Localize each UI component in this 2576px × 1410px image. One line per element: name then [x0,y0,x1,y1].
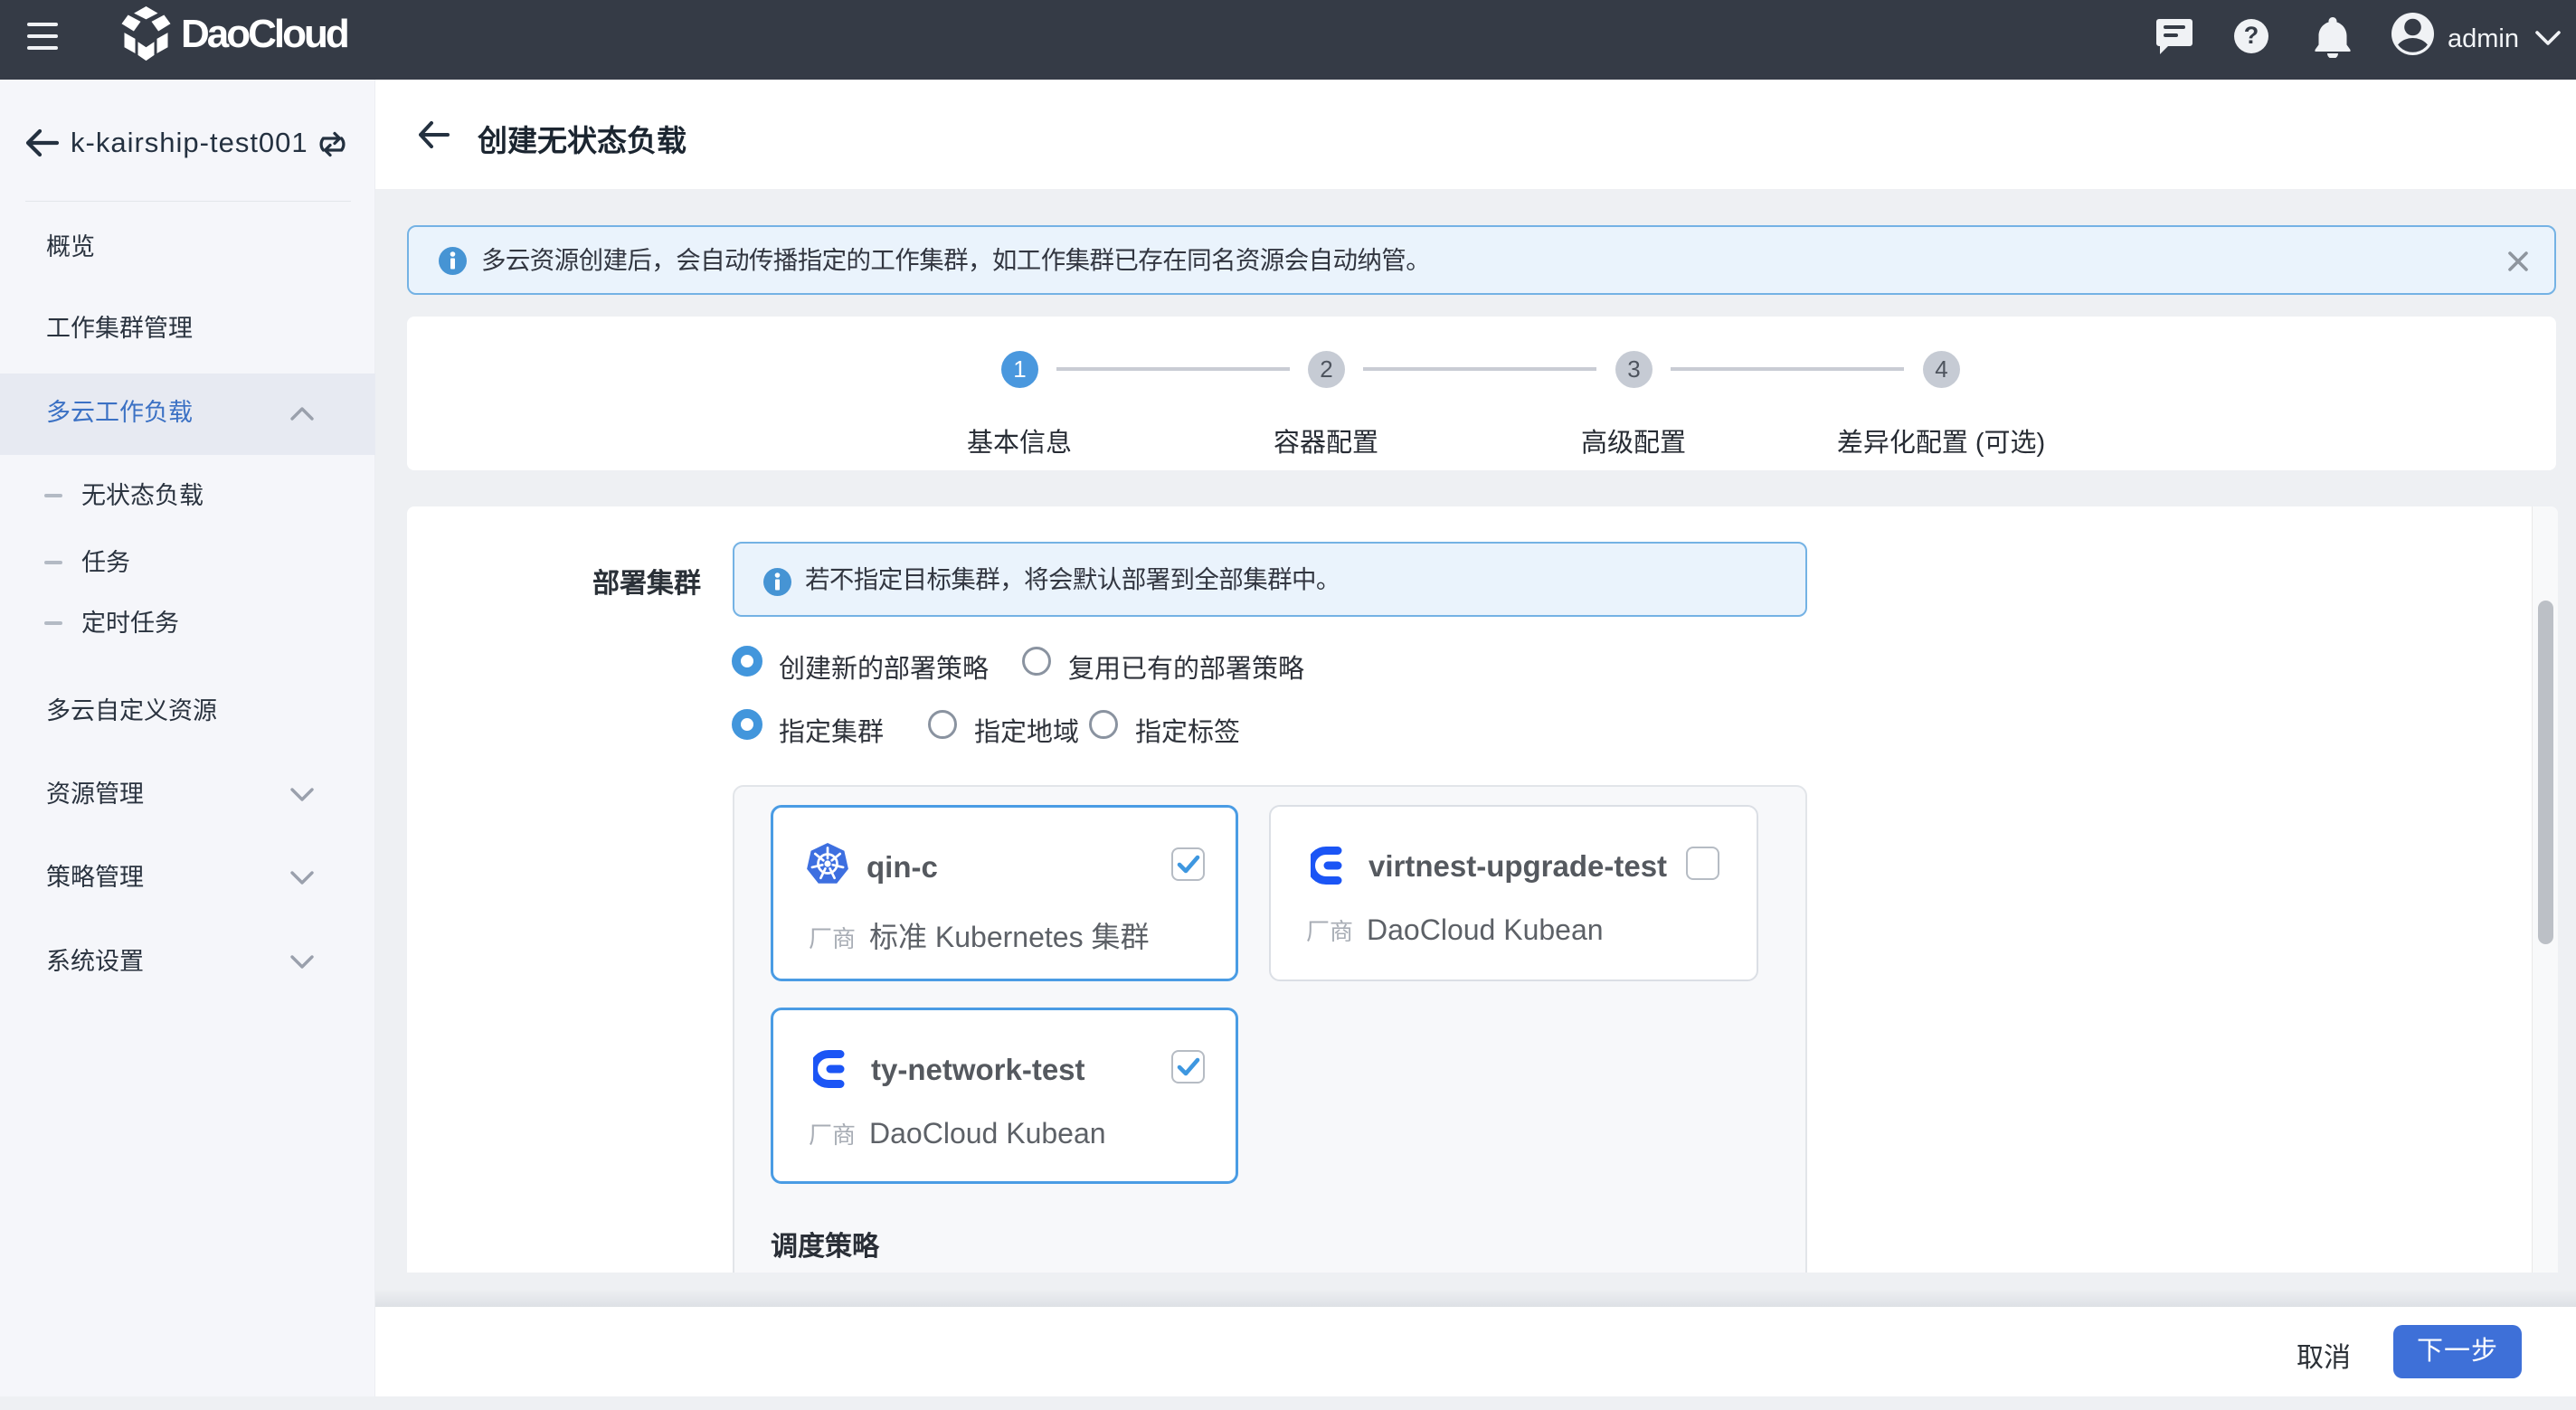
svg-text:?: ? [2244,22,2259,49]
